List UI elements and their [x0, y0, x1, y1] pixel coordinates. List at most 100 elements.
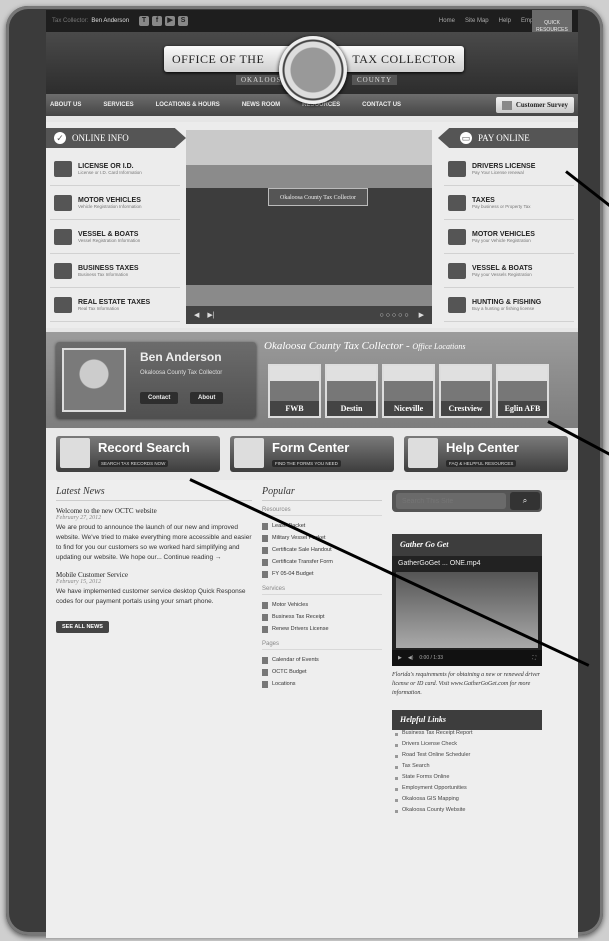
link-label: Certificate Transfer Form: [272, 559, 333, 565]
pay-online-list: DRIVERS LICENSE Pay Your License renewal …: [444, 152, 574, 322]
pay-online-item[interactable]: DRIVERS LICENSE Pay Your License renewal: [444, 152, 574, 186]
pay-online-item[interactable]: MOTOR VEHICLES Pay your Vehicle Registrat…: [444, 220, 574, 254]
button-subtitle: FIND THE FORMS YOU NEED: [272, 460, 341, 467]
pay-online-ribbon: ▭ PAY ONLINE: [438, 128, 578, 148]
online-info-list: LICENSE OR I.D. License or I.D. Card Info…: [50, 152, 180, 322]
latest-news: Latest News Welcome to the new OCTC webs…: [56, 486, 252, 938]
slider-next-icon[interactable]: ▶: [419, 311, 424, 319]
item-subtitle: Pay Your License renewal: [472, 169, 524, 175]
popular-link[interactable]: Business Tax Receipt: [262, 611, 382, 623]
popular-link[interactable]: Renew Drivers License: [262, 623, 382, 635]
slider-dots[interactable]: ○○○○○: [379, 312, 410, 319]
logo-text-left: OFFICE OF THE: [172, 51, 265, 66]
arrow-icon: [262, 613, 268, 621]
play-icon[interactable]: ▶: [398, 655, 402, 661]
form-center-button[interactable]: Form Center FIND THE FORMS YOU NEED: [230, 436, 394, 472]
facebook-icon[interactable]: f: [152, 16, 163, 26]
search-input[interactable]: [396, 493, 506, 509]
record-search-button[interactable]: Record Search SEARCH TAX RECORDS NOW: [56, 436, 220, 472]
helpful-links: Helpful Links Business Tax Receipt Repor…: [392, 710, 542, 818]
item-title: DRIVERS LICENSE: [472, 162, 536, 170]
contact-button[interactable]: Contact: [140, 392, 179, 404]
pdf-icon: [262, 522, 268, 530]
helpful-link[interactable]: Employment Opportunities: [392, 785, 542, 796]
office-section: Ben Anderson Okaloosa County Tax Collect…: [46, 332, 578, 428]
youtube-icon[interactable]: ▶: [165, 16, 176, 26]
link-label: Calendar of Events: [272, 657, 319, 663]
helpful-link[interactable]: Drivers License Check: [392, 741, 542, 752]
twitter-icon[interactable]: T: [139, 16, 150, 26]
share-icon[interactable]: S: [178, 16, 189, 26]
pay-online-item[interactable]: TAXES Pay business or Property Tax: [444, 186, 574, 220]
popular-link[interactable]: FY 05-04 Budget: [262, 568, 382, 580]
collector-name-link[interactable]: Ben Anderson: [91, 18, 129, 24]
location-thumb[interactable]: Eglin AFB: [496, 364, 549, 418]
site-map-link[interactable]: Site Map: [465, 18, 489, 24]
news-title[interactable]: Mobile Customer Service: [56, 571, 252, 579]
online-info-item[interactable]: REAL ESTATE TAXES Real Tax Information: [50, 288, 180, 322]
popular-link[interactable]: Calendar of Events: [262, 654, 382, 666]
location-thumb[interactable]: Destin: [325, 364, 378, 418]
main-content: Latest News Welcome to the new OCTC webs…: [46, 480, 578, 938]
nav-locations-hours[interactable]: LOCATIONS & HOURS: [156, 102, 220, 108]
see-all-news-button[interactable]: SEE ALL NEWS: [56, 621, 109, 633]
magnifier-document-icon: [60, 438, 90, 468]
helpful-link[interactable]: Okaloosa County Website: [392, 807, 542, 818]
boat-icon: [54, 228, 72, 245]
slider-prev-icon[interactable]: ◀: [194, 311, 199, 319]
video-player[interactable]: GatherGoGet ... ONE.mp4 ▶ ◀) 0:00 / 1:33…: [392, 556, 542, 666]
item-subtitle: License or I.D. Card Information: [78, 169, 142, 175]
helpful-link[interactable]: Road Test Online Scheduler: [392, 752, 542, 763]
collector-name: Ben Anderson: [140, 350, 222, 364]
fullscreen-icon[interactable]: ⛶: [532, 655, 536, 661]
nav-contact-us[interactable]: CONTACT US: [362, 102, 401, 108]
helpful-link[interactable]: State Forms Online: [392, 774, 542, 785]
item-title: BUSINESS TAXES: [78, 264, 139, 272]
page-icon: [262, 668, 268, 676]
item-subtitle: Vehicle Registration Information: [78, 203, 142, 209]
slider-pause-icon[interactable]: ▶|: [207, 311, 214, 319]
online-info-item[interactable]: MOTOR VEHICLES Vehicle Registration Infor…: [50, 186, 180, 220]
link-label: Business Tax Receipt: [272, 614, 325, 620]
item-subtitle: Pay your Vessels Registration: [472, 271, 532, 277]
location-label: Destin: [340, 404, 363, 413]
nav-about-us[interactable]: ABOUT US: [50, 102, 81, 108]
news-title[interactable]: Welcome to the new OCTC website: [56, 507, 252, 515]
item-subtitle: Buy a hunting or fishing license: [472, 305, 535, 311]
popular-heading: Popular: [262, 486, 382, 501]
item-title: MOTOR VEHICLES: [472, 230, 535, 238]
helpful-link[interactable]: Okaloosa GIS Mapping: [392, 796, 542, 807]
search-icon[interactable]: ⌕: [510, 492, 540, 510]
location-thumb[interactable]: Crestview: [439, 364, 492, 418]
volume-icon[interactable]: ◀): [408, 655, 414, 661]
hero-slider[interactable]: Okaloosa County Tax Collector ◀ ▶| ○○○○○…: [186, 130, 432, 324]
online-info-item[interactable]: VESSEL & BOATS Vessel Registration Inform…: [50, 220, 180, 254]
home-link[interactable]: Home: [439, 18, 455, 24]
about-button[interactable]: About: [190, 392, 224, 404]
pdf-icon: [262, 558, 268, 566]
location-thumb[interactable]: FWB: [268, 364, 321, 418]
helpful-link[interactable]: Business Tax Receipt Report: [392, 730, 542, 741]
customer-survey-button[interactable]: Customer Survey: [495, 97, 574, 113]
sidebar: ⌕ Gather Go Get GatherGoGet ... ONE.mp4 …: [392, 486, 542, 938]
location-thumb[interactable]: Niceville: [382, 364, 435, 418]
helpful-link[interactable]: Tax Search: [392, 763, 542, 774]
county-seal-icon[interactable]: [279, 36, 347, 104]
news-body: We are proud to announce the launch of o…: [56, 524, 252, 561]
help-link[interactable]: Help: [499, 18, 511, 24]
online-info-item[interactable]: LICENSE OR I.D. License or I.D. Card Info…: [50, 152, 180, 186]
popular-link[interactable]: Certificate Sale Handout: [262, 544, 382, 556]
help-center-button[interactable]: Help Center FAQ & HELPFUL RESOURCES: [404, 436, 568, 472]
popular-link[interactable]: OCTC Budget: [262, 666, 382, 678]
news-date: February 27, 2012: [56, 515, 102, 521]
pay-online-item[interactable]: VESSEL & BOATS Pay your Vessels Registrat…: [444, 254, 574, 288]
popular-link[interactable]: Motor Vehicles: [262, 599, 382, 611]
popular-link[interactable]: Locations: [262, 678, 382, 690]
online-info-item[interactable]: BUSINESS TAXES Business Tax Information: [50, 254, 180, 288]
popular-group-label: Pages: [262, 641, 382, 650]
nav-services[interactable]: SERVICES: [103, 102, 133, 108]
calculator-icon: [448, 194, 466, 211]
social-links: T f ▶ S: [139, 16, 189, 26]
pay-online-item[interactable]: HUNTING & FISHING Buy a hunting or fishin…: [444, 288, 574, 322]
nav-news-room[interactable]: NEWS ROOM: [242, 102, 280, 108]
